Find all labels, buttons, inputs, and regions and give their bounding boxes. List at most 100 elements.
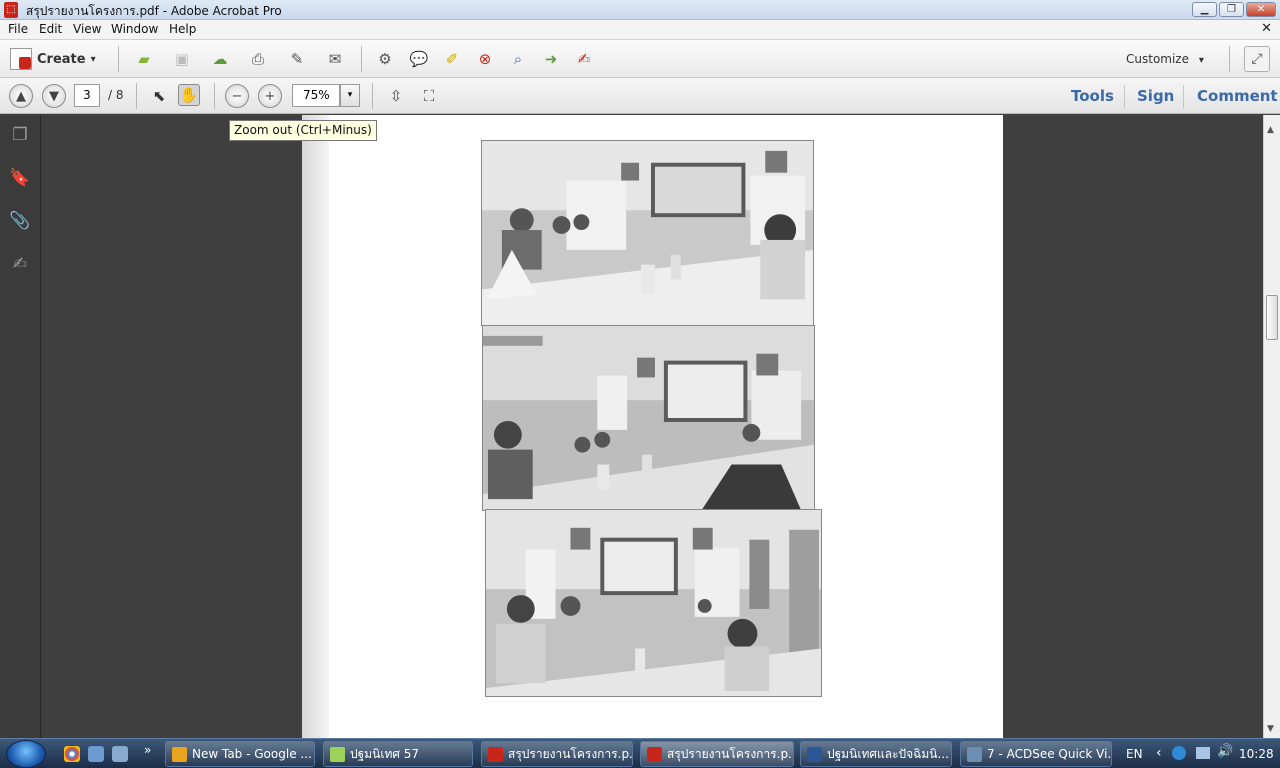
page-margin-shadow: [302, 115, 329, 738]
zoom-level-input[interactable]: 75%: [292, 84, 340, 107]
switch-windows-icon[interactable]: [112, 746, 128, 762]
arrow-down-icon: ▼: [49, 88, 59, 104]
create-button[interactable]: Create ▾: [10, 47, 96, 71]
signatures-icon[interactable]: ✍: [8, 252, 32, 276]
previous-page-button[interactable]: ▲: [9, 84, 33, 108]
toolbar-divider: [118, 46, 119, 72]
sign-document-icon[interactable]: ✍: [573, 48, 595, 70]
gear-icon[interactable]: ⚙: [374, 48, 396, 70]
task-chrome[interactable]: New Tab - Google ...: [165, 741, 315, 767]
task-folder[interactable]: ปฐมนิเทศ 57: [323, 741, 473, 767]
show-more-icon[interactable]: »: [144, 743, 151, 757]
scroll-down-icon[interactable]: ▼: [1267, 724, 1274, 734]
menu-bar: File Edit View Window Help ✕: [0, 20, 1280, 40]
highlight-icon[interactable]: ✐: [441, 48, 463, 70]
task-acdsee[interactable]: 7 - ACDSee Quick Vi...: [960, 741, 1112, 767]
search-page-icon[interactable]: ⌕: [507, 48, 529, 70]
edit-document-icon[interactable]: ✎: [286, 48, 308, 70]
tab-divider: [1124, 85, 1125, 109]
export-icon[interactable]: ➜: [540, 48, 562, 70]
tab-divider: [1183, 85, 1184, 109]
scrollbar-thumb[interactable]: [1266, 295, 1278, 340]
pdf-icon: [488, 746, 503, 762]
chevron-down-icon: ▾: [90, 53, 96, 65]
arrow-up-icon: ▲: [16, 88, 26, 104]
folder-icon: [330, 746, 345, 762]
taskbar: » New Tab - Google ... ปฐมนิเทศ 57 สรุปร…: [0, 738, 1280, 768]
meeting-photo-1: [481, 140, 814, 326]
page-number-input[interactable]: 3: [74, 84, 100, 107]
clock[interactable]: 10:28: [1239, 747, 1274, 761]
print-icon[interactable]: ⎙: [247, 48, 269, 70]
document-close-button[interactable]: ✕: [1261, 21, 1272, 36]
menu-help[interactable]: Help: [169, 22, 196, 36]
attachments-icon[interactable]: 📎: [8, 209, 32, 233]
minimize-button[interactable]: ▁: [1192, 2, 1217, 17]
menu-view[interactable]: View: [73, 22, 101, 36]
word-icon: [807, 746, 822, 762]
language-indicator[interactable]: EN: [1126, 747, 1143, 761]
chevron-down-icon: ▾: [1198, 55, 1204, 66]
toolbar-divider: [214, 83, 215, 109]
main-toolbar: Create ▾ ▰ ▣ ☁ ⎙ ✎ ✉ ⚙ 💬 ✐ ⊗ ⌕ ➜ ✍ Custo…: [0, 40, 1280, 78]
tab-sign[interactable]: Sign: [1137, 87, 1174, 105]
start-button[interactable]: [6, 740, 46, 768]
task-word[interactable]: ปฐมนิเทศและปัจฉิมนิ...: [800, 741, 952, 767]
tray-expand-icon[interactable]: ‹: [1156, 745, 1162, 761]
task-acrobat-2[interactable]: สรุปรายงานโครงการ.p...: [640, 741, 794, 767]
acrobat-icon: ⬚: [4, 2, 18, 18]
chrome-icon[interactable]: [64, 746, 80, 762]
page-thumbnails-icon[interactable]: ❐: [8, 123, 32, 147]
minus-icon: −: [231, 88, 243, 104]
open-folder-icon[interactable]: ▰: [133, 48, 155, 70]
window-title: สรุปรายงานโครงการ.pdf - Adobe Acrobat Pr…: [26, 4, 282, 18]
navigation-pane: ❐ 🔖 📎 ✍: [0, 115, 41, 738]
next-page-button[interactable]: ▼: [42, 84, 66, 108]
show-desktop-icon[interactable]: [88, 746, 104, 762]
toolbar-divider: [361, 46, 362, 72]
menu-file[interactable]: File: [8, 22, 28, 36]
comment-bubble-icon[interactable]: 💬: [408, 48, 430, 70]
menu-window[interactable]: Window: [111, 22, 158, 36]
save-icon[interactable]: ▣: [171, 48, 193, 70]
task-acrobat-1[interactable]: สรุปรายงานโครงการ.p...: [481, 741, 633, 767]
meeting-photo-3: [485, 509, 822, 697]
zoom-out-button[interactable]: −: [225, 84, 249, 108]
task-label: สรุปรายงานโครงการ.p...: [508, 746, 633, 761]
cloud-upload-icon[interactable]: ☁: [209, 48, 231, 70]
delete-page-icon[interactable]: ⊗: [474, 48, 496, 70]
camera-icon: [967, 746, 982, 762]
fit-page-icon[interactable]: ⛶: [418, 85, 440, 107]
tab-comment[interactable]: Comment: [1197, 87, 1278, 105]
hand-tool-icon[interactable]: ✋: [178, 84, 200, 106]
expand-icon[interactable]: ⤢: [1244, 46, 1270, 72]
bookmarks-icon[interactable]: 🔖: [8, 166, 32, 190]
customize-label: Customize: [1126, 52, 1189, 66]
pdf-page: [302, 115, 1003, 738]
toolbar-divider: [372, 83, 373, 109]
fit-page-width-icon[interactable]: ⇳: [385, 85, 407, 107]
customize-button[interactable]: Customize ▾: [1126, 52, 1204, 66]
menu-edit[interactable]: Edit: [39, 22, 62, 36]
task-label: ปฐมนิเทศและปัจฉิมนิ...: [827, 746, 949, 761]
zoom-dropdown[interactable]: ▾: [340, 84, 360, 107]
restore-button[interactable]: ❐: [1219, 2, 1244, 17]
toolbar-divider: [136, 83, 137, 109]
scroll-up-icon[interactable]: ▲: [1267, 125, 1274, 135]
tab-tools[interactable]: Tools: [1071, 87, 1114, 105]
vertical-scrollbar[interactable]: ▲ ▼: [1263, 115, 1280, 738]
select-cursor-icon[interactable]: ⬉: [148, 85, 170, 107]
network-icon[interactable]: [1196, 747, 1210, 759]
create-pdf-icon: [10, 48, 32, 70]
task-label: สรุปรายงานโครงการ.p...: [667, 746, 794, 761]
close-button[interactable]: ✕: [1246, 2, 1276, 17]
document-view[interactable]: [41, 115, 1263, 738]
zoom-out-tooltip: Zoom out (Ctrl+Minus): [229, 120, 377, 141]
volume-icon[interactable]: 🔊: [1217, 744, 1233, 759]
task-label: ปฐมนิเทศ 57: [350, 746, 420, 761]
task-label: New Tab - Google ...: [192, 747, 312, 761]
email-icon[interactable]: ✉: [324, 48, 346, 70]
title-bar: ⬚ สรุปรายงานโครงการ.pdf - Adobe Acrobat …: [0, 0, 1280, 20]
zoom-in-button[interactable]: +: [258, 84, 282, 108]
ie-icon[interactable]: [1172, 746, 1186, 760]
